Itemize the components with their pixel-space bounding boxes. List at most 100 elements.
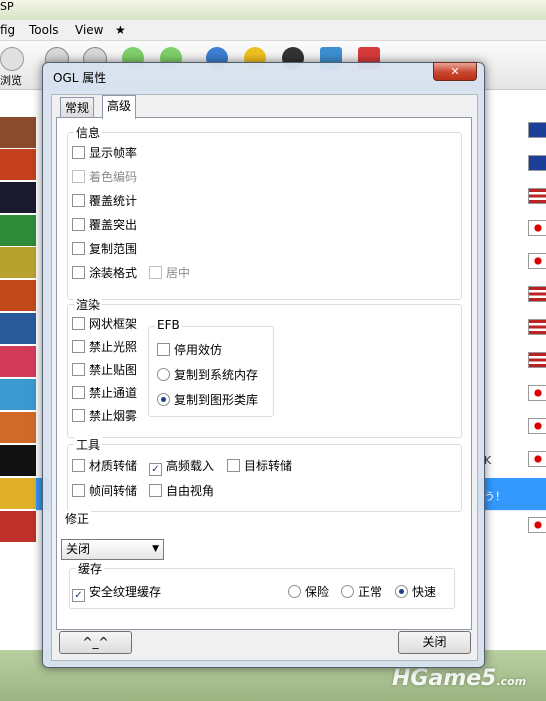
group-render: 渲染 网状框架 禁止光照 禁止贴图 禁止通道 禁止烟雾 EFB 停用效仿 复制到… (67, 296, 462, 438)
menu-item-help[interactable]: ★ (115, 23, 126, 37)
cache-fast-radio[interactable]: 快速 (395, 583, 436, 601)
group-cache-title: 缓存 (76, 560, 105, 577)
us-flag-icon (528, 352, 546, 368)
radio-icon (157, 368, 170, 381)
paint-format-checkbox[interactable]: 涂装格式 (72, 264, 137, 282)
checkbox-icon (72, 317, 85, 330)
checkbox-icon (72, 409, 85, 422)
close-button[interactable]: 关闭 (398, 631, 471, 654)
list-text-fragment: K (484, 454, 492, 467)
show-fps-checkbox[interactable]: 显示帧率 (72, 144, 137, 162)
checkbox-icon (72, 459, 85, 472)
disable-fog-checkbox[interactable]: 禁止烟雾 (72, 407, 137, 425)
checkbox-icon (227, 459, 240, 472)
copy-to-ram-radio[interactable]: 复制到系统内存 (157, 366, 258, 384)
eu-flag-icon (528, 155, 546, 171)
disable-textures-checkbox[interactable]: 禁止贴图 (72, 361, 137, 379)
disable-lighting-checkbox[interactable]: 禁止光照 (72, 338, 137, 356)
game-banner (0, 379, 36, 410)
disable-channels-checkbox[interactable]: 禁止通道 (72, 384, 137, 402)
overlay-highlight-checkbox[interactable]: 覆盖突出 (72, 216, 137, 234)
close-icon[interactable]: ✕ (433, 62, 477, 81)
dialog-client: 常规 高级 信息 显示帧率 着色编码 覆盖统计 覆盖突出 复制范围 涂装格式 居… (51, 94, 478, 661)
advanced-panel: 信息 显示帧率 着色编码 覆盖统计 覆盖突出 复制范围 涂装格式 居中 渲染 网… (56, 117, 472, 630)
fix-dropdown-value: 关闭 (66, 542, 91, 556)
dump-frames-checkbox[interactable]: 帧间转储 (72, 482, 137, 500)
game-banner (0, 478, 36, 509)
menu-item-view[interactable]: View (75, 23, 103, 37)
about-button[interactable]: ^_^ (59, 631, 132, 654)
dialog-title: OGL 属性 (53, 71, 107, 85)
menu-item-config[interactable]: fig (0, 23, 15, 37)
us-flag-icon (528, 319, 546, 335)
checkbox-icon (157, 343, 170, 356)
disable-effects-checkbox[interactable]: 停用效仿 (157, 341, 222, 359)
game-banner (0, 511, 36, 542)
safe-texture-cache-checkbox[interactable]: ✓ 安全纹理缓存 (72, 583, 161, 602)
checkbox-icon (72, 194, 85, 207)
group-cache: 缓存 ✓ 安全纹理缓存 保险 正常 快速 (69, 560, 455, 609)
free-look-checkbox[interactable]: 自由视角 (149, 482, 214, 500)
jp-flag-icon (528, 451, 546, 467)
list-text-fragment: う！ (484, 490, 506, 503)
group-tools-title: 工具 (74, 436, 103, 453)
group-fix-title: 修正 (63, 510, 92, 527)
checkbox-icon (72, 386, 85, 399)
radio-icon (288, 585, 301, 598)
fix-dropdown[interactable]: 关闭 ▼ (61, 539, 164, 560)
checkbox-icon (149, 484, 162, 497)
copy-range-checkbox[interactable]: 复制范围 (72, 240, 137, 258)
jp-flag-icon (528, 385, 546, 401)
hires-textures-checkbox[interactable]: ✓ 高频载入 (149, 457, 214, 476)
group-tools: 工具 材质转储 ✓ 高频载入 目标转储 帧间转储 自由视角 (67, 436, 462, 512)
us-flag-icon (528, 188, 546, 204)
wireframe-checkbox[interactable]: 网状框架 (72, 315, 137, 333)
app-title-bar: SP (0, 0, 546, 20)
checkbox-icon (149, 266, 162, 279)
menu-bar: fig Tools View ★ (0, 20, 546, 41)
jp-flag-icon (528, 418, 546, 434)
checkbox-icon (72, 484, 85, 497)
us-flag-icon (528, 286, 546, 302)
game-banner (0, 280, 36, 311)
checkbox-icon (72, 218, 85, 231)
shader-code-checkbox: 着色编码 (72, 168, 137, 186)
tab-general[interactable]: 常规 (60, 97, 95, 118)
jp-flag-icon (528, 253, 546, 269)
watermark-logo: HGame5.com (392, 666, 527, 691)
group-efb: EFB 停用效仿 复制到系统内存 复制到图形类库 (148, 318, 274, 417)
jp-flag-icon (528, 220, 546, 236)
cache-normal-radio[interactable]: 正常 (341, 583, 382, 601)
browse-icon[interactable] (0, 47, 24, 71)
ogl-properties-dialog: OGL 属性 ✕ 常规 高级 信息 显示帧率 着色编码 覆盖统计 覆盖突出 复制… (42, 62, 485, 668)
game-banner (0, 346, 36, 377)
dump-targets-checkbox[interactable]: 目标转储 (227, 457, 292, 475)
checkbox-icon (72, 340, 85, 353)
game-banner (0, 412, 36, 443)
radio-icon (341, 585, 354, 598)
checkbox-icon (72, 146, 85, 159)
copy-to-texture-radio[interactable]: 复制到图形类库 (157, 391, 258, 409)
radio-selected-icon (157, 393, 170, 406)
checkmark-icon: ✓ (149, 463, 162, 476)
game-banner (0, 445, 36, 476)
chevron-down-icon: ▼ (152, 544, 159, 554)
cache-safe-radio[interactable]: 保险 (288, 583, 329, 601)
checkbox-icon (72, 363, 85, 376)
game-banner (0, 149, 36, 180)
eu-flag-icon (528, 122, 546, 138)
browse-label: 浏览 (0, 74, 22, 87)
app-title: SP (0, 0, 14, 13)
game-banner (0, 247, 36, 278)
tab-advanced[interactable]: 高级 (102, 95, 137, 119)
checkbox-icon (72, 170, 85, 183)
radio-selected-icon (395, 585, 408, 598)
group-info: 信息 显示帧率 着色编码 覆盖统计 覆盖突出 复制范围 涂装格式 居中 (67, 124, 462, 300)
checkmark-icon: ✓ (72, 589, 85, 602)
game-banner (0, 215, 36, 246)
overlay-stats-checkbox[interactable]: 覆盖统计 (72, 192, 137, 210)
menu-item-tools[interactable]: Tools (29, 23, 59, 37)
jp-flag-icon (528, 517, 546, 533)
game-banner (0, 182, 36, 213)
dump-textures-checkbox[interactable]: 材质转储 (72, 457, 137, 475)
